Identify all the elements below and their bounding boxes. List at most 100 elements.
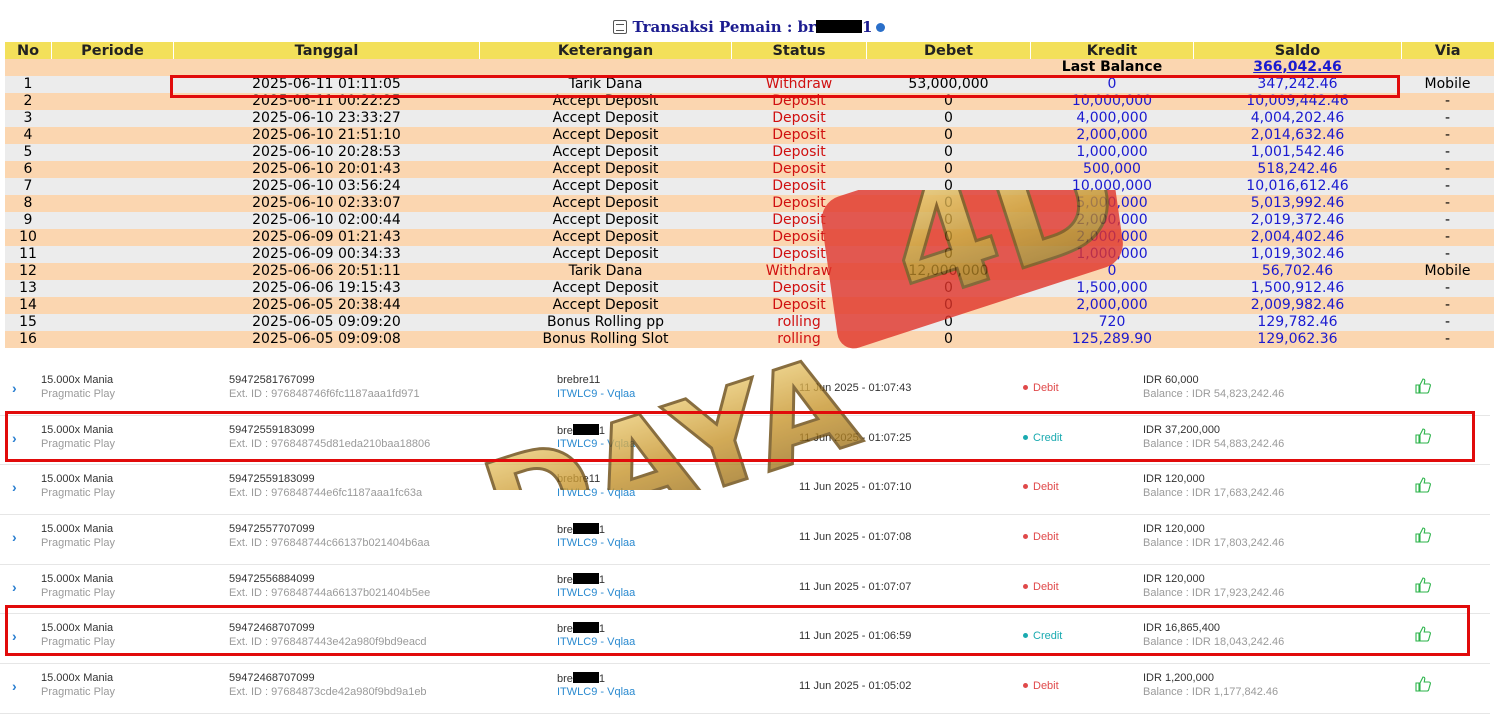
cell-via: - <box>1401 144 1494 161</box>
cell-via: - <box>1401 161 1494 178</box>
balance: Balance : IDR 17,803,242.46 <box>1143 537 1285 550</box>
thumbs-up-icon[interactable] <box>1415 428 1431 444</box>
cell-tanggal: 2025-06-05 09:09:08 <box>173 331 480 348</box>
cell-tanggal: 2025-06-05 20:38:44 <box>173 297 480 314</box>
cell-saldo: 518,242.46 <box>1193 161 1402 178</box>
thumbs-up-icon[interactable] <box>1415 577 1431 593</box>
cell-keterangan: Accept Deposit <box>479 178 732 195</box>
ext-id: Ext. ID : 976848744c66137b021404b6aa <box>229 537 430 550</box>
col-via[interactable]: Via <box>1401 42 1494 59</box>
thumbs-up-icon[interactable] <box>1415 527 1431 543</box>
expand-chevron-icon[interactable]: › <box>12 479 17 495</box>
cell-no: 3 <box>4 110 52 127</box>
cell-tanggal: 2025-06-10 02:00:44 <box>173 212 480 229</box>
list-item[interactable]: › 15.000x Mania Pragmatic Play 594725577070… <box>0 515 1490 565</box>
cell-tanggal: 2025-06-11 00:22:25 <box>173 93 480 110</box>
cell-status: rolling <box>731 331 867 348</box>
cell-saldo: 1,001,542.46 <box>1193 144 1402 161</box>
cell-kredit: 1,000,000 <box>1030 144 1194 161</box>
expand-chevron-icon[interactable]: › <box>12 678 17 694</box>
cell-debet: 0 <box>866 297 1031 314</box>
username: brebre11 <box>557 473 601 486</box>
col-debet[interactable]: Debet <box>866 42 1031 59</box>
type-badge: Debit <box>1023 382 1059 394</box>
table-row: 6 2025-06-10 20:01:43 Accept Deposit Deposi… <box>4 161 1494 178</box>
col-tanggal[interactable]: Tanggal <box>173 42 480 59</box>
expand-chevron-icon[interactable]: › <box>12 529 17 545</box>
expand-chevron-icon[interactable]: › <box>12 628 17 644</box>
table-row: 4 2025-06-10 21:51:10 Accept Deposit Deposi… <box>4 127 1494 144</box>
list-item[interactable]: › 15.000x Mania Pragmatic Play 594725568840… <box>0 565 1490 615</box>
cell-tanggal: 2025-06-11 01:11:05 <box>173 76 480 93</box>
cell-no: 8 <box>4 195 52 212</box>
cell-keterangan: Accept Deposit <box>479 110 732 127</box>
cell-tanggal: 2025-06-10 03:56:24 <box>173 178 480 195</box>
info-icon[interactable] <box>876 23 886 32</box>
cell-via: - <box>1401 93 1494 110</box>
type-badge: Debit <box>1023 531 1059 543</box>
site-link[interactable]: ITWLC9 - Vqlaa <box>557 487 635 499</box>
cell-periode <box>51 127 174 144</box>
cell-saldo: 4,004,202.46 <box>1193 110 1402 127</box>
cell-kredit: 1,500,000 <box>1030 280 1194 297</box>
site-link[interactable]: ITWLC9 - Vqlaa <box>557 587 635 599</box>
cell-debet: 0 <box>866 246 1031 263</box>
list-item[interactable]: › 15.000x Mania Pragmatic Play 594724687070… <box>0 614 1490 665</box>
cell-keterangan: Accept Deposit <box>479 195 732 212</box>
table-row: 3 2025-06-10 23:33:27 Accept Deposit Deposi… <box>4 110 1494 127</box>
thumbs-up-icon[interactable] <box>1415 378 1431 394</box>
amount: IDR 120,000 <box>1143 473 1205 486</box>
table-row: 5 2025-06-10 20:28:53 Accept Deposit Deposi… <box>4 144 1494 161</box>
cell-periode <box>51 195 174 212</box>
redaction-block <box>572 622 599 634</box>
col-saldo[interactable]: Saldo <box>1193 42 1402 59</box>
expand-chevron-icon[interactable]: › <box>12 579 17 595</box>
list-item[interactable]: › 15.000x Mania Pragmatic Play 594725817670… <box>0 366 1490 416</box>
cell-keterangan: Accept Deposit <box>479 229 732 246</box>
col-kredit[interactable]: Kredit <box>1030 42 1194 59</box>
thumbs-up-icon[interactable] <box>1415 477 1431 493</box>
cell-tanggal: 2025-06-10 21:51:10 <box>173 127 480 144</box>
col-status[interactable]: Status <box>731 42 867 59</box>
cell-debet: 0 <box>866 93 1031 110</box>
username: bre <box>557 424 573 437</box>
expand-chevron-icon[interactable]: › <box>12 380 17 396</box>
cell-saldo: 10,009,442.46 <box>1193 93 1402 110</box>
cell-tanggal: 2025-06-10 23:33:27 <box>173 110 480 127</box>
site-link[interactable]: ITWLC9 - Vqlaa <box>557 537 635 549</box>
username: bre <box>557 573 573 586</box>
site-link[interactable]: ITWLC9 - Vqlaa <box>557 636 635 648</box>
cell-kredit: 1,000,000 <box>1030 246 1194 263</box>
cell-status: Deposit <box>731 178 867 195</box>
thumbs-up-icon[interactable] <box>1415 626 1431 642</box>
site-link[interactable]: ITWLC9 - Vqlaa <box>557 686 635 698</box>
col-periode[interactable]: Periode <box>51 42 174 59</box>
cell-kredit: 10,000,000 <box>1030 93 1194 110</box>
site-link[interactable]: ITWLC9 - Vqlaa <box>557 438 635 450</box>
thumbs-up-icon[interactable] <box>1415 676 1431 692</box>
table-header: No Periode Tanggal Keterangan Status Deb… <box>4 42 1494 59</box>
cell-kredit: 2,000,000 <box>1030 212 1194 229</box>
site-link[interactable]: ITWLC9 - Vqlaa <box>557 388 635 400</box>
balance: Balance : IDR 17,923,242.46 <box>1143 586 1285 599</box>
last-balance-value[interactable]: 366,042.46 <box>1193 59 1402 76</box>
cell-no: 12 <box>4 263 52 280</box>
list-item[interactable]: › 15.000x Mania Pragmatic Play 594725591830… <box>0 416 1490 466</box>
cell-periode <box>51 144 174 161</box>
table-row: 13 2025-06-06 19:15:43 Accept Deposit Depos… <box>4 280 1494 297</box>
col-no[interactable]: No <box>4 42 52 59</box>
cell-via: - <box>1401 212 1494 229</box>
last-balance-row: Last Balance 366,042.46 <box>4 59 1494 76</box>
list-item[interactable]: › 15.000x Mania Pragmatic Play 594725591830… <box>0 465 1490 516</box>
cell-no: 1 <box>4 76 52 93</box>
cell-debet: 0 <box>866 110 1031 127</box>
bet-time: 11 Jun 2025 - 01:06:59 <box>799 630 912 643</box>
cell-status: Deposit <box>731 280 867 297</box>
redaction-block <box>816 20 863 33</box>
cell-saldo: 2,004,402.46 <box>1193 229 1402 246</box>
list-item[interactable]: › 15.000x Mania Pragmatic Play 594724687070… <box>0 664 1490 714</box>
amount: IDR 37,200,000 <box>1143 423 1221 436</box>
expand-chevron-icon[interactable]: › <box>12 430 17 446</box>
cell-no: 7 <box>4 178 52 195</box>
col-keterangan[interactable]: Keterangan <box>479 42 732 59</box>
